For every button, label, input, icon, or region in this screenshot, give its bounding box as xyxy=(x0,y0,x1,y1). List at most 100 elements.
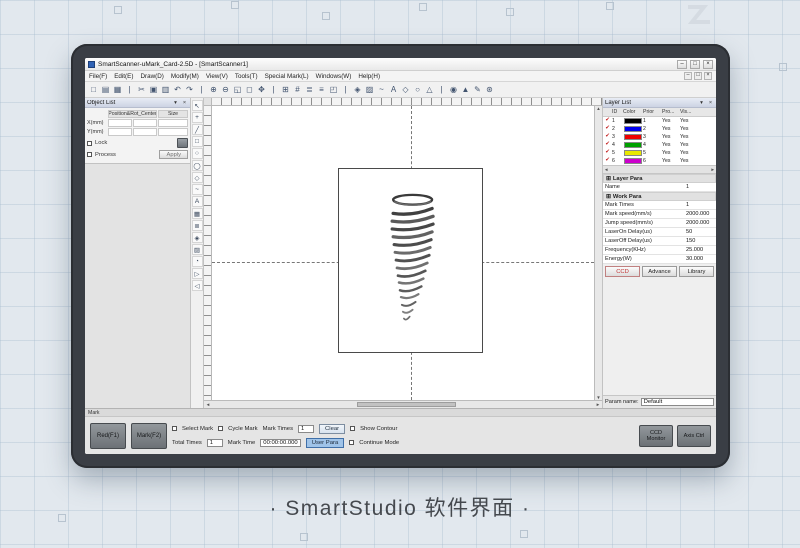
param-value[interactable]: 1 xyxy=(686,202,714,208)
snap-icon[interactable]: # xyxy=(292,83,303,96)
param-value[interactable]: 2000.000 xyxy=(686,211,714,217)
polygon-tool-icon[interactable]: ◇ xyxy=(192,172,203,183)
triangle-icon[interactable]: △ xyxy=(424,83,435,96)
separator[interactable]: | xyxy=(196,83,207,96)
menu-item[interactable]: Windows(W) xyxy=(316,73,352,80)
close-button[interactable]: × xyxy=(703,60,713,69)
total-times-field[interactable]: 1 xyxy=(207,439,223,447)
param-value[interactable]: 150 xyxy=(686,238,714,244)
separator[interactable]: | xyxy=(436,83,447,96)
shape-icon[interactable]: ◇ xyxy=(400,83,411,96)
menu-item[interactable]: Special Mark(L) xyxy=(265,73,309,80)
red-f1-button[interactable]: Red(F1) xyxy=(90,423,126,449)
node-edit-tool-icon[interactable]: + xyxy=(192,112,203,123)
dock-icon[interactable]: ▾ xyxy=(698,100,705,106)
undo-icon[interactable]: ↶ xyxy=(172,83,183,96)
menu-item[interactable]: Draw(D) xyxy=(140,73,163,80)
param-row[interactable]: LaserOn Delay(us) 50 xyxy=(603,228,716,237)
layer-check-icon[interactable]: ✔ xyxy=(603,126,612,132)
param-value[interactable]: 2000.000 xyxy=(686,220,714,226)
layer-row[interactable]: ✔ 6 6 Yes Yes xyxy=(603,157,716,165)
zoom-all-icon[interactable]: ◻ xyxy=(244,83,255,96)
horizontal-scrollbar[interactable]: ◄ ► xyxy=(204,400,602,408)
child-minimize-button[interactable]: – xyxy=(684,72,692,80)
y-pos-field[interactable] xyxy=(108,128,132,136)
layer-row[interactable]: ✔ 2 2 Yes Yes xyxy=(603,125,716,133)
param-row[interactable]: Energy(W) 30.000 xyxy=(603,255,716,264)
layer-color-swatch[interactable] xyxy=(624,142,642,148)
layer-check-icon[interactable]: ✔ xyxy=(603,134,612,140)
mark-icon[interactable]: ▲ xyxy=(460,83,471,96)
separator[interactable]: | xyxy=(340,83,351,96)
grid-icon[interactable]: ⊞ xyxy=(280,83,291,96)
text-tool-icon[interactable]: A xyxy=(192,196,203,207)
layer-color-swatch[interactable] xyxy=(624,118,642,124)
line-tool-icon[interactable]: ╱ xyxy=(192,124,203,135)
expand-icon[interactable]: ⊞ xyxy=(606,194,611,200)
zoom-out-icon[interactable]: ⊖ xyxy=(220,83,231,96)
lock-checkbox[interactable] xyxy=(87,141,92,146)
axis-ctrl-button[interactable]: Axis Ctrl xyxy=(677,425,711,447)
layer-check-icon[interactable]: ✔ xyxy=(603,142,612,148)
separator[interactable]: | xyxy=(124,83,135,96)
continue-mode-checkbox[interactable] xyxy=(349,440,354,445)
cycle-mark-checkbox[interactable] xyxy=(218,426,223,431)
panel-close-icon[interactable]: × xyxy=(707,100,714,106)
param-row[interactable]: Jump speed(mm/s) 2000.000 xyxy=(603,219,716,228)
new-icon[interactable]: □ xyxy=(88,83,99,96)
layer-color-swatch[interactable] xyxy=(624,134,642,140)
ccd-monitor-button[interactable]: CCD Monitor xyxy=(639,425,673,447)
separator[interactable]: | xyxy=(268,83,279,96)
advance-button[interactable]: Advance xyxy=(642,266,677,277)
drawing-canvas[interactable] xyxy=(212,106,594,400)
scroll-left-icon[interactable]: ◄ xyxy=(204,402,212,407)
ccd-button[interactable]: CCD xyxy=(605,266,640,277)
layer-list-scrollbar[interactable]: ◄ ► xyxy=(603,166,716,174)
fill-tool-icon[interactable]: ◈ xyxy=(192,232,203,243)
library-button[interactable]: Library xyxy=(679,266,714,277)
apply-button[interactable]: Apply xyxy=(159,150,188,159)
child-restore-button[interactable]: □ xyxy=(694,72,702,80)
curve-tool-icon[interactable]: ~ xyxy=(192,184,203,195)
panel-close-icon[interactable]: × xyxy=(181,100,188,106)
circle-tool-icon[interactable]: ○ xyxy=(192,148,203,159)
cut-icon[interactable]: ✂ xyxy=(136,83,147,96)
artwork-frame[interactable] xyxy=(338,168,483,353)
process-checkbox[interactable] xyxy=(87,152,92,157)
align-icon[interactable]: ≡ xyxy=(316,83,327,96)
output-tool-icon[interactable]: ◁ xyxy=(192,280,203,291)
dock-icon[interactable]: ▾ xyxy=(172,100,179,106)
menu-item[interactable]: View(V) xyxy=(206,73,228,80)
lock-icon-button[interactable] xyxy=(177,138,188,148)
minimize-button[interactable]: – xyxy=(677,60,687,69)
layer-color-swatch[interactable] xyxy=(624,150,642,156)
input-tool-icon[interactable]: ▷ xyxy=(192,268,203,279)
param-value[interactable]: 30.000 xyxy=(686,256,714,262)
menu-item[interactable]: Edit(E) xyxy=(114,73,133,80)
param-row[interactable]: Mark speed(mm/s) 2000.000 xyxy=(603,210,716,219)
x-size-field[interactable] xyxy=(158,119,188,127)
layer-color-swatch[interactable] xyxy=(624,126,642,132)
copy-icon[interactable]: ▣ xyxy=(148,83,159,96)
measure-icon[interactable]: ✎ xyxy=(472,83,483,96)
circle-icon[interactable]: ○ xyxy=(412,83,423,96)
hatch-icon[interactable]: ▨ xyxy=(364,83,375,96)
work-para-section[interactable]: ⊞ Work Para xyxy=(603,192,716,201)
scroll-left-icon[interactable]: ◄ xyxy=(604,167,608,172)
param-value[interactable]: 50 xyxy=(686,229,714,235)
layer-row[interactable]: ✔ 5 5 Yes Yes xyxy=(603,149,716,157)
redo-icon[interactable]: ↷ xyxy=(184,83,195,96)
user-para-button[interactable]: User Para xyxy=(306,438,345,448)
select-tool-icon[interactable]: ↖ xyxy=(192,100,203,111)
settings-icon[interactable]: ⊛ xyxy=(484,83,495,96)
menu-item[interactable]: File(F) xyxy=(89,73,107,80)
menu-item[interactable]: Tools(T) xyxy=(235,73,258,80)
save-icon[interactable]: ▦ xyxy=(112,83,123,96)
array-icon[interactable]: ≣ xyxy=(304,83,315,96)
layer-row[interactable]: ✔ 4 4 Yes Yes xyxy=(603,141,716,149)
param-name-field[interactable]: Default xyxy=(641,398,714,406)
pan-icon[interactable]: ✥ xyxy=(256,83,267,96)
vertical-scrollbar[interactable]: ▲ ▼ xyxy=(594,106,602,400)
mark-f2-button[interactable]: Mark(F2) xyxy=(131,423,167,449)
mark-time-field[interactable]: 00:00:00.000 xyxy=(260,439,300,447)
